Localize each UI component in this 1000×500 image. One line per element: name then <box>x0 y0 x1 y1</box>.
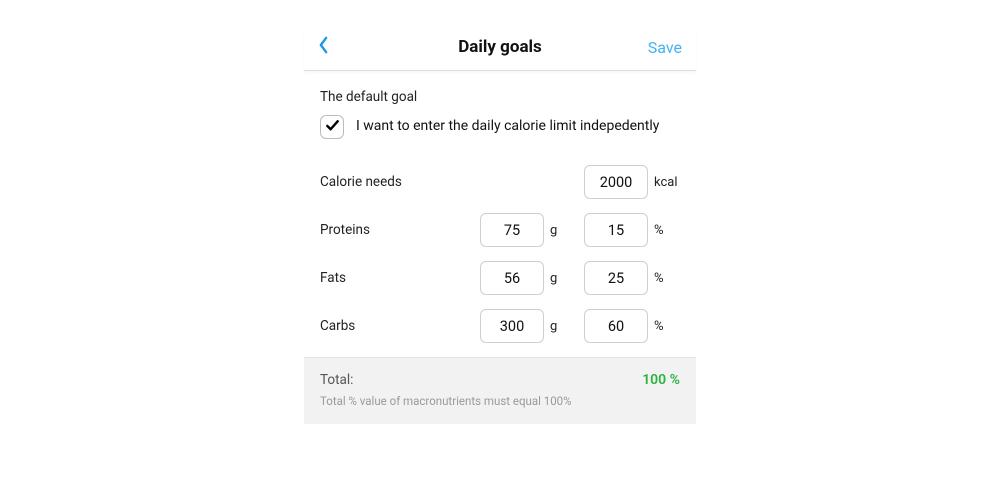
carbs-percent-unit: % <box>654 319 680 334</box>
total-bar: Total: 100 % Total % value of macronutri… <box>304 358 696 424</box>
total-value: 100 % <box>642 372 680 388</box>
proteins-percent-unit: % <box>654 223 680 238</box>
carbs-row: Carbs g% <box>320 309 680 343</box>
calorie-limit-checkbox-row: I want to enter the daily calorie limit … <box>320 115 680 139</box>
proteins-percent-input[interactable] <box>584 213 648 247</box>
proteins-grams-unit: g <box>550 223 576 238</box>
carbs-grams-input[interactable] <box>480 309 544 343</box>
fats-percent-input[interactable] <box>584 261 648 295</box>
total-label: Total: <box>320 372 353 388</box>
calorie-needs-fields: kcal <box>584 165 680 199</box>
fats-row: Fats g% <box>320 261 680 295</box>
content-area: The default goal I want to enter the dai… <box>304 71 696 432</box>
fats-grams-input[interactable] <box>480 261 544 295</box>
top-bar: Daily goals Save <box>304 28 696 71</box>
fats-grams-unit: g <box>550 271 576 286</box>
page-title: Daily goals <box>458 37 542 57</box>
chevron-left-icon <box>318 36 329 58</box>
back-button[interactable] <box>318 36 366 58</box>
calorie-limit-checkbox[interactable] <box>320 115 344 139</box>
calorie-limit-checkbox-label: I want to enter the daily calorie limit … <box>356 115 659 136</box>
fats-percent-unit: % <box>654 271 680 286</box>
carbs-label: Carbs <box>320 318 450 334</box>
fats-label: Fats <box>320 270 450 286</box>
carbs-grams-unit: g <box>550 319 576 334</box>
proteins-row: Proteins g% <box>320 213 680 247</box>
proteins-grams-input[interactable] <box>480 213 544 247</box>
carbs-fields: g% <box>480 309 680 343</box>
save-button[interactable]: Save <box>634 38 682 57</box>
fats-fields: g% <box>480 261 680 295</box>
default-goal-section-label: The default goal <box>320 89 680 105</box>
proteins-fields: g% <box>480 213 680 247</box>
proteins-label: Proteins <box>320 222 450 238</box>
macro-rows: Proteins g% Fats g% Carbs g% <box>320 213 680 343</box>
daily-goals-screen: Daily goals Save The default goal I want… <box>304 28 696 432</box>
calorie-needs-label: Calorie needs <box>320 174 450 190</box>
calorie-needs-unit: kcal <box>654 175 680 190</box>
calorie-needs-row: Calorie needs kcal <box>320 165 680 199</box>
check-icon <box>325 118 340 137</box>
calorie-needs-input[interactable] <box>584 165 648 199</box>
total-hint: Total % value of macronutrients must equ… <box>320 394 680 408</box>
carbs-percent-input[interactable] <box>584 309 648 343</box>
